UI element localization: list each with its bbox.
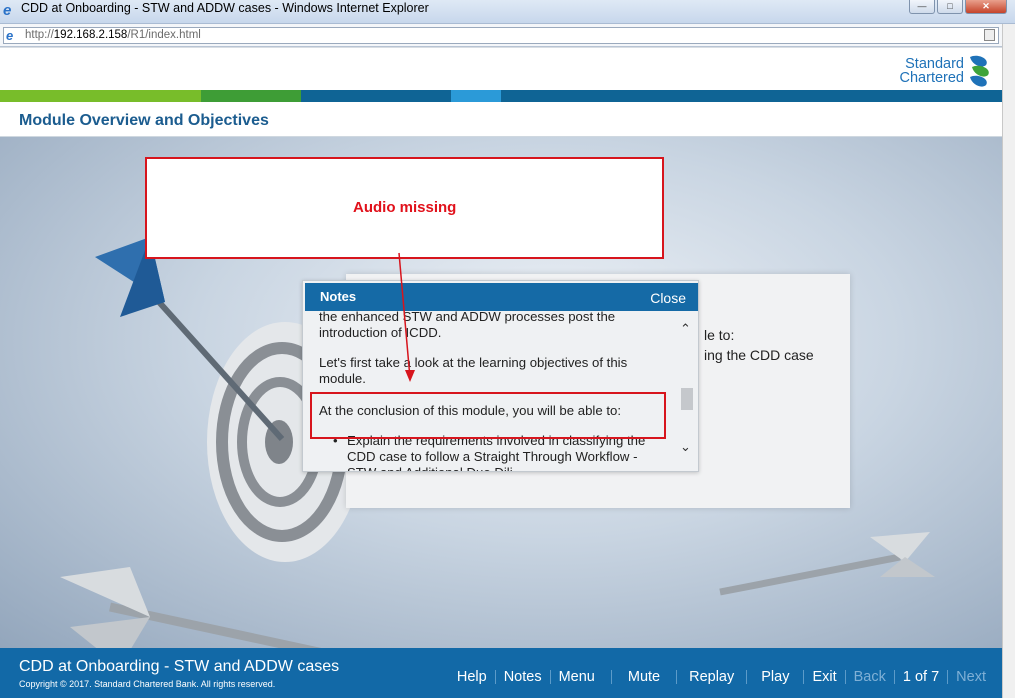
scroll-up-icon[interactable]: ⌃ <box>680 321 691 337</box>
mute-button[interactable]: Mute <box>612 670 678 684</box>
replay-button[interactable]: Replay <box>677 670 748 684</box>
url-field[interactable]: e http://192.168.2.158/R1/index.html <box>3 27 999 44</box>
window-controls: — □ ✕ <box>909 0 1007 14</box>
notes-paragraph-2: Let's first take a look at the learning … <box>319 355 628 386</box>
module-title-bar: Module Overview and Objectives <box>0 102 1002 137</box>
notes-button[interactable]: Notes <box>496 670 551 684</box>
color-bar-green-light <box>0 90 201 102</box>
content-text-line-2: ing the CDD case <box>704 347 814 363</box>
color-bar-blue-light <box>451 90 501 102</box>
brand-name: Standard Chartered <box>899 56 964 86</box>
play-button[interactable]: Play <box>747 670 805 684</box>
window-titlebar: e CDD at Onboarding - STW and ADDW cases… <box>0 0 1015 24</box>
module-title: Module Overview and Objectives <box>19 112 269 129</box>
notes-popup: Notes Close the enhanced STW and ADDW pr… <box>302 280 699 472</box>
url-text: http://192.168.2.158/R1/index.html <box>25 29 201 41</box>
brand-line-2: Chartered <box>899 70 964 86</box>
url-path: /R1/index.html <box>127 29 201 41</box>
url-host: 192.168.2.158 <box>53 29 128 41</box>
course-player: Standard Chartered Module Overview and O… <box>0 48 1002 698</box>
color-bar-blue-dark <box>301 90 451 102</box>
help-button[interactable]: Help <box>449 670 496 684</box>
dart-bottom-right <box>719 553 901 596</box>
course-footer: CDD at Onboarding - STW and ADDW cases C… <box>0 648 1002 698</box>
close-window-button[interactable]: ✕ <box>965 0 1007 14</box>
notes-paragraph-1: the enhanced STW and ADDW processes post… <box>319 311 616 340</box>
address-bar: e http://192.168.2.158/R1/index.html <box>0 24 1002 47</box>
brand-color-bar <box>0 90 1002 102</box>
notes-header: Notes Close <box>305 283 698 311</box>
standard-chartered-logo-icon <box>970 55 989 87</box>
footer-navigation: Help Notes Menu Mute Replay Play Exit Ba… <box>449 670 1002 688</box>
annotation-text: Audio missing <box>353 199 457 216</box>
course-header: Standard Chartered <box>0 48 1002 90</box>
back-button[interactable]: Back <box>846 670 895 684</box>
scroll-thumb[interactable] <box>681 388 693 410</box>
copyright-text: Copyright © 2017. Standard Chartered Ban… <box>19 679 276 689</box>
minimize-button[interactable]: — <box>909 0 935 14</box>
color-bar-blue-dark-2 <box>501 90 1002 102</box>
annotation-callout: Audio missing <box>145 157 664 259</box>
notes-scrollbar[interactable]: ⌃ ⌄ <box>679 321 695 461</box>
color-bar-green-dark <box>201 90 301 102</box>
brand-line-1: Standard <box>905 56 964 72</box>
notes-title: Notes <box>320 289 357 304</box>
url-prefix: http:// <box>25 29 54 41</box>
maximize-button[interactable]: □ <box>937 0 963 14</box>
background-window-strip <box>1002 24 1015 698</box>
page-counter: 1 of 7 <box>895 670 949 684</box>
menu-button[interactable]: Menu <box>551 670 612 684</box>
notes-close-button[interactable]: Close <box>650 290 686 306</box>
compatibility-view-icon[interactable] <box>984 29 995 41</box>
window-title: CDD at Onboarding - STW and ADDW cases -… <box>21 1 429 15</box>
next-button[interactable]: Next <box>948 670 1002 685</box>
exit-button[interactable]: Exit <box>804 670 846 684</box>
notes-body: the enhanced STW and ADDW processes post… <box>305 311 680 471</box>
annotation-highlight-box <box>310 392 666 439</box>
internet-explorer-icon: e <box>3 2 12 19</box>
page-icon: e <box>6 28 14 43</box>
scroll-down-icon[interactable]: ⌄ <box>680 439 691 455</box>
content-text-line-1: le to: <box>704 327 735 343</box>
course-title: CDD at Onboarding - STW and ADDW cases <box>19 658 340 675</box>
